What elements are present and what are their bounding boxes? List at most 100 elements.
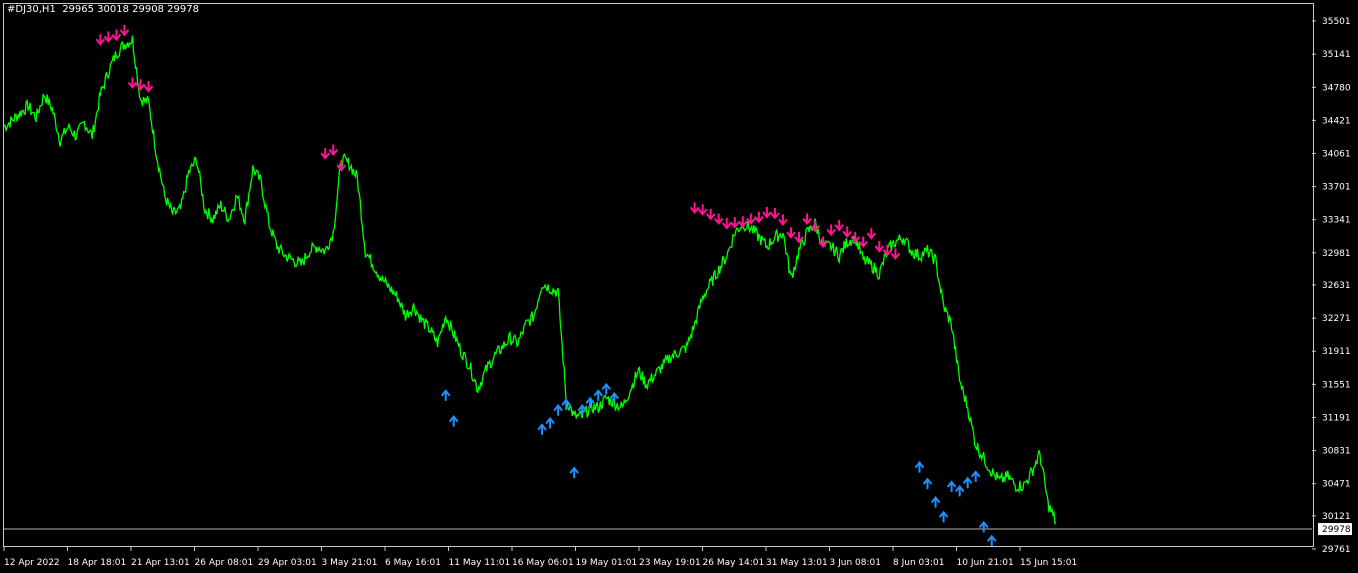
buy-arrow-up-icon-shape	[537, 423, 547, 435]
sell-arrow-down-icon	[103, 31, 114, 43]
buy-arrow-up-icon	[585, 396, 596, 409]
sell-arrow-down-icon	[336, 160, 347, 172]
x-tick-label: 8 Jun 03:01	[893, 558, 944, 568]
chart-window[interactable]: #DJ30,H1 29965 30018 29908 29978 35501 35…	[0, 0, 1358, 573]
buy-arrow-up-icon-shape	[914, 461, 925, 473]
buy-arrow-up-icon-shape	[448, 415, 459, 427]
x-tick-label: 10 Jun 21:01	[957, 558, 1014, 568]
sell-arrow-down-icon	[729, 217, 740, 229]
buy-arrow-up-icon-shape	[930, 495, 941, 508]
x-tick-label: 12 Apr 2022	[4, 558, 60, 568]
sell-arrow-down-icon-shape	[818, 236, 828, 249]
buy-arrow-up-icon	[954, 484, 965, 497]
sell-arrow-down-icon-shape	[874, 241, 885, 253]
x-tick-label: 26 Apr 08:01	[195, 558, 254, 568]
buy-arrow-up-icon	[601, 382, 612, 395]
y-tick-label: 34780	[1322, 83, 1351, 93]
y-tick-label: 30471	[1322, 480, 1351, 490]
sell-arrow-down-icon-shape	[328, 144, 339, 157]
buy-arrow-up-icon-shape	[954, 484, 965, 497]
sell-arrow-down-icon-shape	[705, 208, 716, 221]
x-tick-label: 6 May 16:01	[385, 558, 441, 568]
sell-arrow-down-icon-shape	[842, 226, 852, 238]
sell-arrow-down-icon	[705, 208, 716, 221]
buy-arrow-up-icon	[946, 480, 957, 492]
sell-arrow-down-icon-shape	[320, 148, 331, 160]
y-tick-label: 32631	[1322, 281, 1351, 291]
sell-arrow-down-icon-shape	[762, 207, 772, 219]
sell-arrow-down-icon	[713, 213, 724, 226]
buy-arrow-up-icon	[930, 495, 941, 508]
sell-arrow-down-icon	[689, 202, 700, 215]
sell-arrow-down-icon-shape	[143, 81, 154, 93]
price-chart[interactable]: 35501 35141 34780 34421 34061 33701 33341 32981…	[0, 0, 1358, 573]
sell-arrow-down-icon-shape	[729, 217, 740, 229]
sell-arrow-down-icon-shape	[770, 207, 780, 220]
sell-arrow-down-icon-shape	[754, 211, 764, 224]
sell-arrow-down-icon	[127, 77, 138, 89]
y-tick-label: 34061	[1322, 149, 1351, 159]
sell-arrow-down-icon-shape	[95, 34, 106, 46]
sell-arrow-down-icon-shape	[119, 24, 130, 37]
sell-arrow-down-icon	[754, 211, 764, 224]
buy-arrow-up-icon	[986, 534, 997, 547]
x-tick-label: 11 May 11:01	[449, 558, 511, 568]
sell-arrow-down-icon	[95, 34, 106, 46]
buy-arrow-up-icon	[914, 461, 925, 473]
y-tick-label: 31551	[1322, 380, 1351, 390]
sell-arrow-down-icon-shape	[802, 213, 812, 226]
buy-arrow-up-icon	[938, 510, 949, 523]
buy-arrow-up-icon-shape	[962, 476, 973, 489]
buy-arrow-up-icon-shape	[601, 382, 612, 395]
price-series-line	[3, 35, 1057, 525]
buy-arrow-up-icon	[440, 389, 451, 401]
buy-arrow-up-icon-shape	[569, 466, 579, 479]
y-tick-label: 35141	[1322, 50, 1351, 60]
sell-arrow-down-icon-shape	[336, 160, 347, 172]
sell-arrow-down-icon	[882, 244, 893, 257]
sell-arrow-down-icon-shape	[103, 31, 114, 43]
sell-arrow-down-icon	[143, 81, 154, 93]
sell-arrow-down-icon	[842, 226, 852, 238]
sell-arrow-down-icon	[866, 228, 877, 240]
sell-arrow-down-icon	[890, 248, 901, 261]
x-tick-label: 29 Apr 03:01	[258, 558, 317, 568]
sell-arrow-down-icon-shape	[111, 29, 122, 42]
buy-arrow-up-icon	[970, 470, 981, 482]
x-tick-label: 3 Jun 08:01	[830, 558, 881, 568]
sell-arrow-down-icon	[826, 224, 836, 237]
sell-arrow-down-icon	[874, 241, 885, 253]
sell-arrow-down-icon-shape	[834, 219, 844, 232]
y-tick-label: 30121	[1322, 512, 1351, 522]
buy-arrow-up-icon-shape	[585, 396, 596, 409]
y-tick-label: 32271	[1322, 314, 1351, 324]
x-tick-label: 16 May 06:01	[512, 558, 574, 568]
sell-arrow-down-icon-shape	[866, 228, 877, 240]
y-tick-label: 31911	[1322, 347, 1351, 357]
buy-arrow-up-icon-shape	[545, 416, 555, 429]
buy-arrow-up-icon	[537, 423, 547, 435]
price-tag-label: 29978	[1322, 525, 1351, 535]
sell-arrow-down-icon-shape	[689, 202, 700, 215]
buy-arrow-up-icon-shape	[593, 389, 604, 401]
buy-arrow-up-icon-shape	[440, 389, 451, 401]
x-tick-label: 23 May 19:01	[639, 558, 701, 568]
sell-arrow-down-icon-shape	[858, 236, 869, 249]
x-tick-label: 19 May 01:01	[576, 558, 638, 568]
y-tick-label: 31191	[1322, 413, 1351, 423]
x-tick-label: 31 May 13:01	[766, 558, 828, 568]
y-tick-label: 33701	[1322, 183, 1351, 193]
sell-arrow-down-icon-shape	[786, 227, 796, 239]
x-tick-label: 18 Apr 18:01	[68, 558, 127, 568]
x-tick-label: 26 May 14:01	[703, 558, 765, 568]
buy-arrow-up-icon-shape	[922, 477, 933, 490]
sell-arrow-down-icon	[111, 29, 122, 42]
buy-arrow-up-icon-shape	[938, 510, 949, 523]
sell-arrow-down-icon-shape	[738, 216, 748, 228]
sell-arrow-down-icon	[721, 218, 732, 230]
y-tick-label: 33341	[1322, 216, 1351, 226]
buy-arrow-up-icon-shape	[978, 520, 989, 533]
x-tick-label: 3 May 21:01	[322, 558, 378, 568]
buy-arrow-up-icon	[545, 416, 555, 429]
y-tick-label: 32981	[1322, 249, 1351, 259]
